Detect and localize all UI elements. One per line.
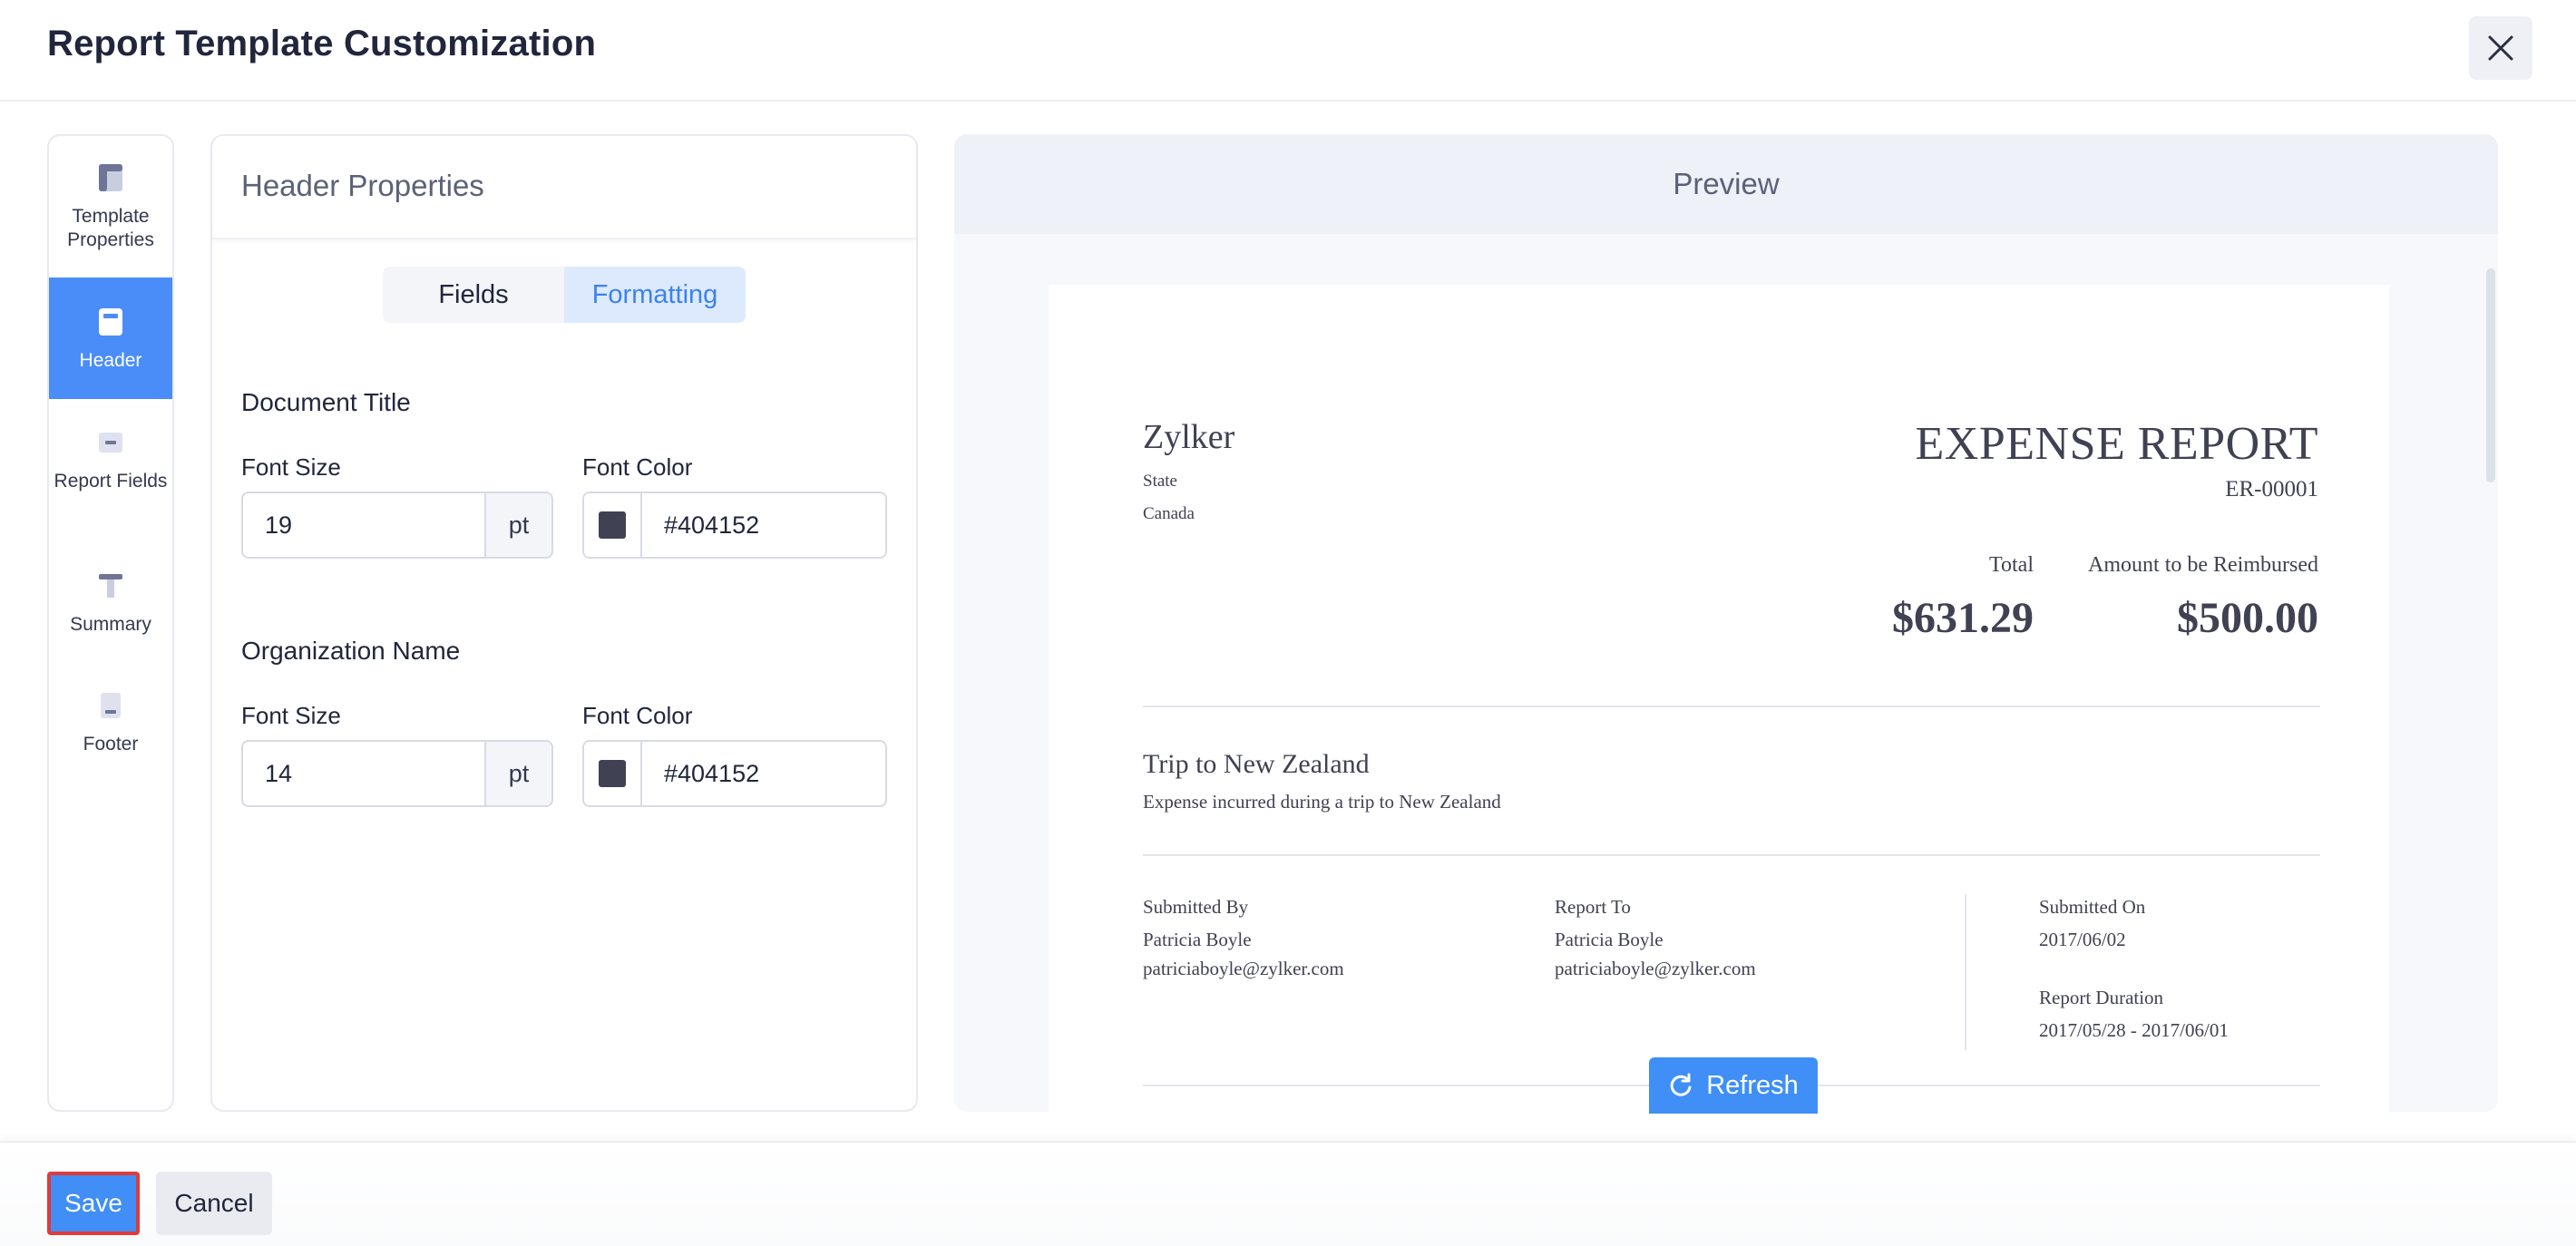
submitted-by-label: Submitted By xyxy=(1143,896,1249,918)
side-nav: Template Properties Header Report Fields xyxy=(47,134,174,1112)
save-button[interactable]: Save xyxy=(47,1172,140,1235)
nav-item-summary[interactable]: Summary xyxy=(49,568,172,649)
preview-scroll-area[interactable]: Zylker State Canada EXPENSE REPORT ER-00… xyxy=(954,234,2498,1112)
document-title-font-color-input[interactable]: #404152 xyxy=(582,492,887,559)
font-size-label: Font Size xyxy=(241,453,341,481)
organization-name-font-color-input[interactable]: #404152 xyxy=(582,740,887,807)
nav-item-footer[interactable]: Footer xyxy=(49,687,172,769)
divider xyxy=(1143,706,2320,707)
font-color-value[interactable]: #404152 xyxy=(642,493,885,557)
total-label: Total xyxy=(1989,553,2034,577)
preview-title: Preview xyxy=(954,134,2498,234)
refresh-icon xyxy=(1670,1073,1692,1096)
font-size-label: Font Size xyxy=(241,702,341,729)
properties-tabs: Fields Formatting xyxy=(383,267,746,323)
section-organization-name: Organization Name xyxy=(241,637,461,665)
document-title-font-size-input[interactable]: 19 pt xyxy=(241,492,553,559)
summary-icon xyxy=(93,568,129,604)
template-properties-icon xyxy=(93,160,129,196)
section-document-title: Document Title xyxy=(241,388,411,416)
divider xyxy=(1143,854,2320,856)
preview-scrollbar[interactable] xyxy=(2486,268,2495,482)
org-name: Zylker xyxy=(1143,418,1235,456)
font-size-value[interactable]: 19 xyxy=(243,493,484,557)
reimbursed-label: Amount to be Reimbursed xyxy=(2088,553,2318,577)
document-title: EXPENSE REPORT xyxy=(1915,418,2318,470)
submitted-by-name: Patricia Boyle xyxy=(1143,929,1252,950)
report-fields-icon xyxy=(93,424,129,461)
report-name: Trip to New Zealand xyxy=(1143,749,1370,779)
address-line: State xyxy=(1143,472,1177,491)
dialog-body: Template Properties Header Report Fields xyxy=(0,103,2576,1141)
dialog-footer: Save Cancel xyxy=(0,1141,2576,1246)
nav-label: Report Fields xyxy=(54,471,168,492)
font-color-label: Font Color xyxy=(582,453,693,481)
font-size-unit: pt xyxy=(484,493,551,557)
document-number: ER-00001 xyxy=(2225,477,2318,501)
nav-label: Footer xyxy=(83,734,139,754)
report-description: Expense incurred during a trip to New Ze… xyxy=(1143,791,1501,813)
column-divider xyxy=(1965,894,1966,1050)
refresh-button[interactable]: Refresh xyxy=(1649,1057,1818,1114)
submitted-on-value: 2017/06/02 xyxy=(2039,929,2126,950)
total-value: $631.29 xyxy=(1892,594,2034,642)
panel-header: Header Properties xyxy=(212,136,916,239)
font-color-value[interactable]: #404152 xyxy=(642,742,885,805)
font-size-unit: pt xyxy=(484,742,551,805)
reimbursed-value: $500.00 xyxy=(2177,594,2318,642)
refresh-label: Refresh xyxy=(1706,1070,1799,1100)
close-button[interactable] xyxy=(2469,16,2532,80)
color-swatch xyxy=(599,511,626,539)
report-duration-value: 2017/05/28 - 2017/06/01 xyxy=(2039,1019,2229,1041)
nav-item-report-fields[interactable]: Report Fields xyxy=(49,424,172,526)
close-icon xyxy=(2488,35,2513,61)
header-properties-panel: Header Properties Fields Formatting Docu… xyxy=(210,134,918,1112)
font-color-label: Font Color xyxy=(582,702,693,729)
nav-label: Template Properties xyxy=(67,206,154,250)
panel-title: Header Properties xyxy=(241,169,484,202)
cancel-button[interactable]: Cancel xyxy=(156,1172,272,1235)
report-to-name: Patricia Boyle xyxy=(1555,929,1664,950)
nav-label: Header xyxy=(79,350,142,371)
report-duration-label: Report Duration xyxy=(2039,987,2164,1008)
nav-item-template-properties[interactable]: Template Properties xyxy=(49,160,172,261)
dialog-title: Report Template Customization xyxy=(47,24,597,63)
preview-panel: Preview Zylker State Canada EXPENSE REPO… xyxy=(954,134,2498,1112)
dialog-header: Report Template Customization xyxy=(0,0,2576,102)
color-swatch xyxy=(599,760,626,787)
report-to-email: patriciaboyle@zylker.com xyxy=(1555,958,1756,979)
organization-name-font-size-input[interactable]: 14 pt xyxy=(241,740,553,807)
nav-label: Summary xyxy=(70,614,151,635)
tab-formatting[interactable]: Formatting xyxy=(564,267,746,323)
font-size-value[interactable]: 14 xyxy=(243,742,484,805)
tab-fields[interactable]: Fields xyxy=(383,267,564,323)
color-swatch-button[interactable] xyxy=(584,493,642,557)
report-to-label: Report To xyxy=(1555,896,1631,918)
footer-icon xyxy=(93,687,129,724)
color-swatch-button[interactable] xyxy=(584,742,642,805)
nav-item-header[interactable]: Header xyxy=(49,277,172,399)
submitted-by-email: patriciaboyle@zylker.com xyxy=(1143,958,1344,979)
address-line: Canada xyxy=(1143,504,1195,523)
submitted-on-label: Submitted On xyxy=(2039,896,2146,918)
header-icon xyxy=(93,304,129,340)
report-document: Zylker State Canada EXPENSE REPORT ER-00… xyxy=(1049,285,2389,1112)
